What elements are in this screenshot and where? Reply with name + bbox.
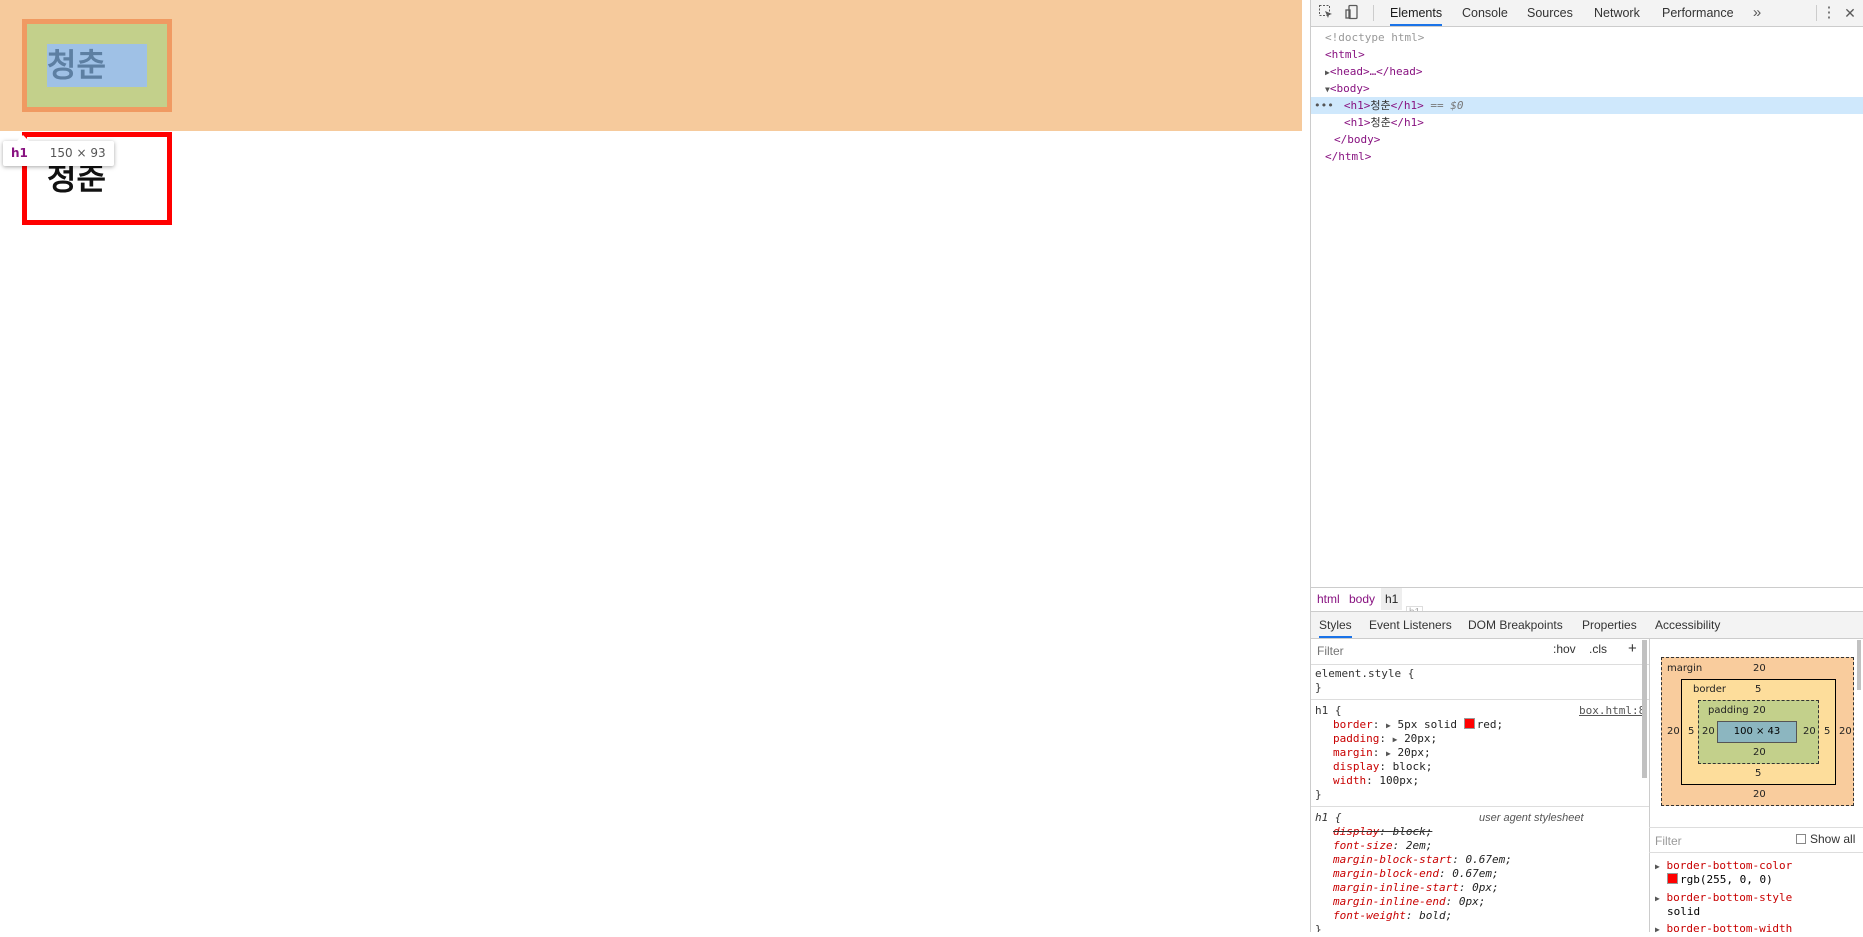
- dom-html-open[interactable]: <html>: [1311, 46, 1863, 63]
- cls-button[interactable]: .cls: [1589, 642, 1607, 656]
- style-prop-margin[interactable]: margin: ▶ 20px;: [1333, 746, 1431, 760]
- heading-first-highlighted[interactable]: 청춘: [22, 19, 172, 112]
- ua-prop-font-size: font-size: 2em;: [1333, 839, 1433, 852]
- heading-first-text: 청춘: [47, 44, 147, 87]
- tab-accessibility[interactable]: Accessibility: [1655, 612, 1720, 638]
- devtools-panel: Elements Console Sources Network Perform…: [1310, 0, 1863, 932]
- tab-sources[interactable]: Sources: [1527, 0, 1573, 26]
- breadcrumb-html[interactable]: html: [1317, 588, 1340, 610]
- page-viewport: 청춘 청춘 h1 150 × 93: [0, 0, 1310, 932]
- dom-html-close[interactable]: </html>: [1311, 148, 1863, 165]
- style-prop-width[interactable]: width: 100px;: [1333, 774, 1419, 788]
- rule2-close: }: [1315, 923, 1322, 932]
- ua-prop-margin-inline-start: margin-inline-start: 0px;: [1333, 881, 1499, 894]
- styles-filter-input[interactable]: [1315, 641, 1547, 661]
- dom-h1-second[interactable]: <h1>청춘</h1>: [1311, 114, 1863, 131]
- rule1-selector[interactable]: h1 {: [1315, 704, 1342, 718]
- breadcrumb-h1[interactable]: h1: [1381, 588, 1403, 610]
- tab-elements[interactable]: Elements: [1390, 0, 1443, 26]
- rule2-source: user agent stylesheet: [1479, 812, 1584, 824]
- tab-performance[interactable]: Performance: [1662, 0, 1734, 26]
- style-prop-display[interactable]: display: block;: [1333, 760, 1432, 774]
- color-swatch[interactable]: [1463, 718, 1475, 729]
- more-actions-icon[interactable]: •••: [1311, 99, 1334, 112]
- rule-divider: [1311, 699, 1649, 700]
- hov-button[interactable]: :hov: [1553, 642, 1576, 656]
- style-prop-border[interactable]: border: ▶ 5px solid red;: [1333, 718, 1503, 732]
- tab-properties[interactable]: Properties: [1582, 612, 1637, 638]
- ua-prop-margin-inline-end: margin-inline-end: 0px;: [1333, 895, 1486, 908]
- inspect-tooltip: h1 150 × 93: [3, 135, 114, 166]
- tab-network[interactable]: Network: [1594, 0, 1640, 26]
- margin-highlight-overlay: [0, 0, 1302, 131]
- tooltip-dimensions: 150 × 93: [49, 146, 106, 160]
- kebab-menu-icon[interactable]: ⋮: [1820, 4, 1838, 22]
- close-icon[interactable]: ✕: [1841, 4, 1859, 22]
- tab-styles[interactable]: Styles: [1319, 612, 1352, 638]
- ua-prop-display: display: block;: [1333, 825, 1433, 838]
- inspect-icon[interactable]: [1317, 4, 1335, 22]
- rule2-selector[interactable]: h1 {: [1315, 811, 1342, 825]
- dom-body-open[interactable]: ▼<body>: [1311, 80, 1863, 97]
- tab-console[interactable]: Console: [1462, 0, 1508, 26]
- toolbar-divider: [1816, 5, 1817, 21]
- toolbar-divider: [1373, 5, 1374, 21]
- breadcrumb: html body h1 h1: [1311, 587, 1863, 619]
- styles-filter-row: :hov .cls +: [1311, 638, 1649, 665]
- styles-scrollbar[interactable]: [1642, 640, 1647, 778]
- rule1-close: }: [1315, 788, 1322, 801]
- rule1-source-link[interactable]: box.html:8: [1579, 704, 1645, 718]
- device-toolbar-icon[interactable]: [1343, 4, 1361, 22]
- dom-h1-selected[interactable]: ••• <h1>청춘</h1> == $0: [1311, 97, 1863, 114]
- dom-doctype[interactable]: <!doctype html>: [1311, 29, 1863, 46]
- dom-tree: <!doctype html> <html> ▶<head>…</head> ▼…: [1311, 27, 1863, 587]
- dom-head[interactable]: ▶<head>…</head>: [1311, 63, 1863, 80]
- style-prop-padding[interactable]: padding: ▶ 20px;: [1333, 732, 1437, 746]
- dom-body-close[interactable]: </body>: [1311, 131, 1863, 148]
- more-tabs-icon[interactable]: »: [1748, 4, 1766, 22]
- sidebar-tabs: Styles Event Listeners DOM Breakpoints P…: [1311, 611, 1863, 639]
- element-style-selector[interactable]: element.style {: [1315, 667, 1414, 681]
- breadcrumb-body[interactable]: body: [1349, 588, 1375, 610]
- devtools-toolbar: Elements Console Sources Network Perform…: [1311, 0, 1863, 27]
- ua-prop-margin-block-start: margin-block-start: 0.67em;: [1333, 853, 1512, 866]
- tab-event-listeners[interactable]: Event Listeners: [1369, 612, 1452, 638]
- box-model-pane: [1650, 638, 1863, 932]
- new-rule-button[interactable]: +: [1628, 640, 1637, 657]
- element-style-close: }: [1315, 681, 1322, 694]
- ua-prop-margin-block-end: margin-block-end: 0.67em;: [1333, 867, 1499, 880]
- tooltip-tag: h1: [11, 146, 28, 160]
- rule-divider: [1311, 806, 1649, 807]
- tab-dom-breakpoints[interactable]: DOM Breakpoints: [1468, 612, 1563, 638]
- ua-prop-font-weight: font-weight: bold;: [1333, 909, 1453, 922]
- styles-pane: :hov .cls + element.style { } h1 { box.h…: [1311, 638, 1650, 932]
